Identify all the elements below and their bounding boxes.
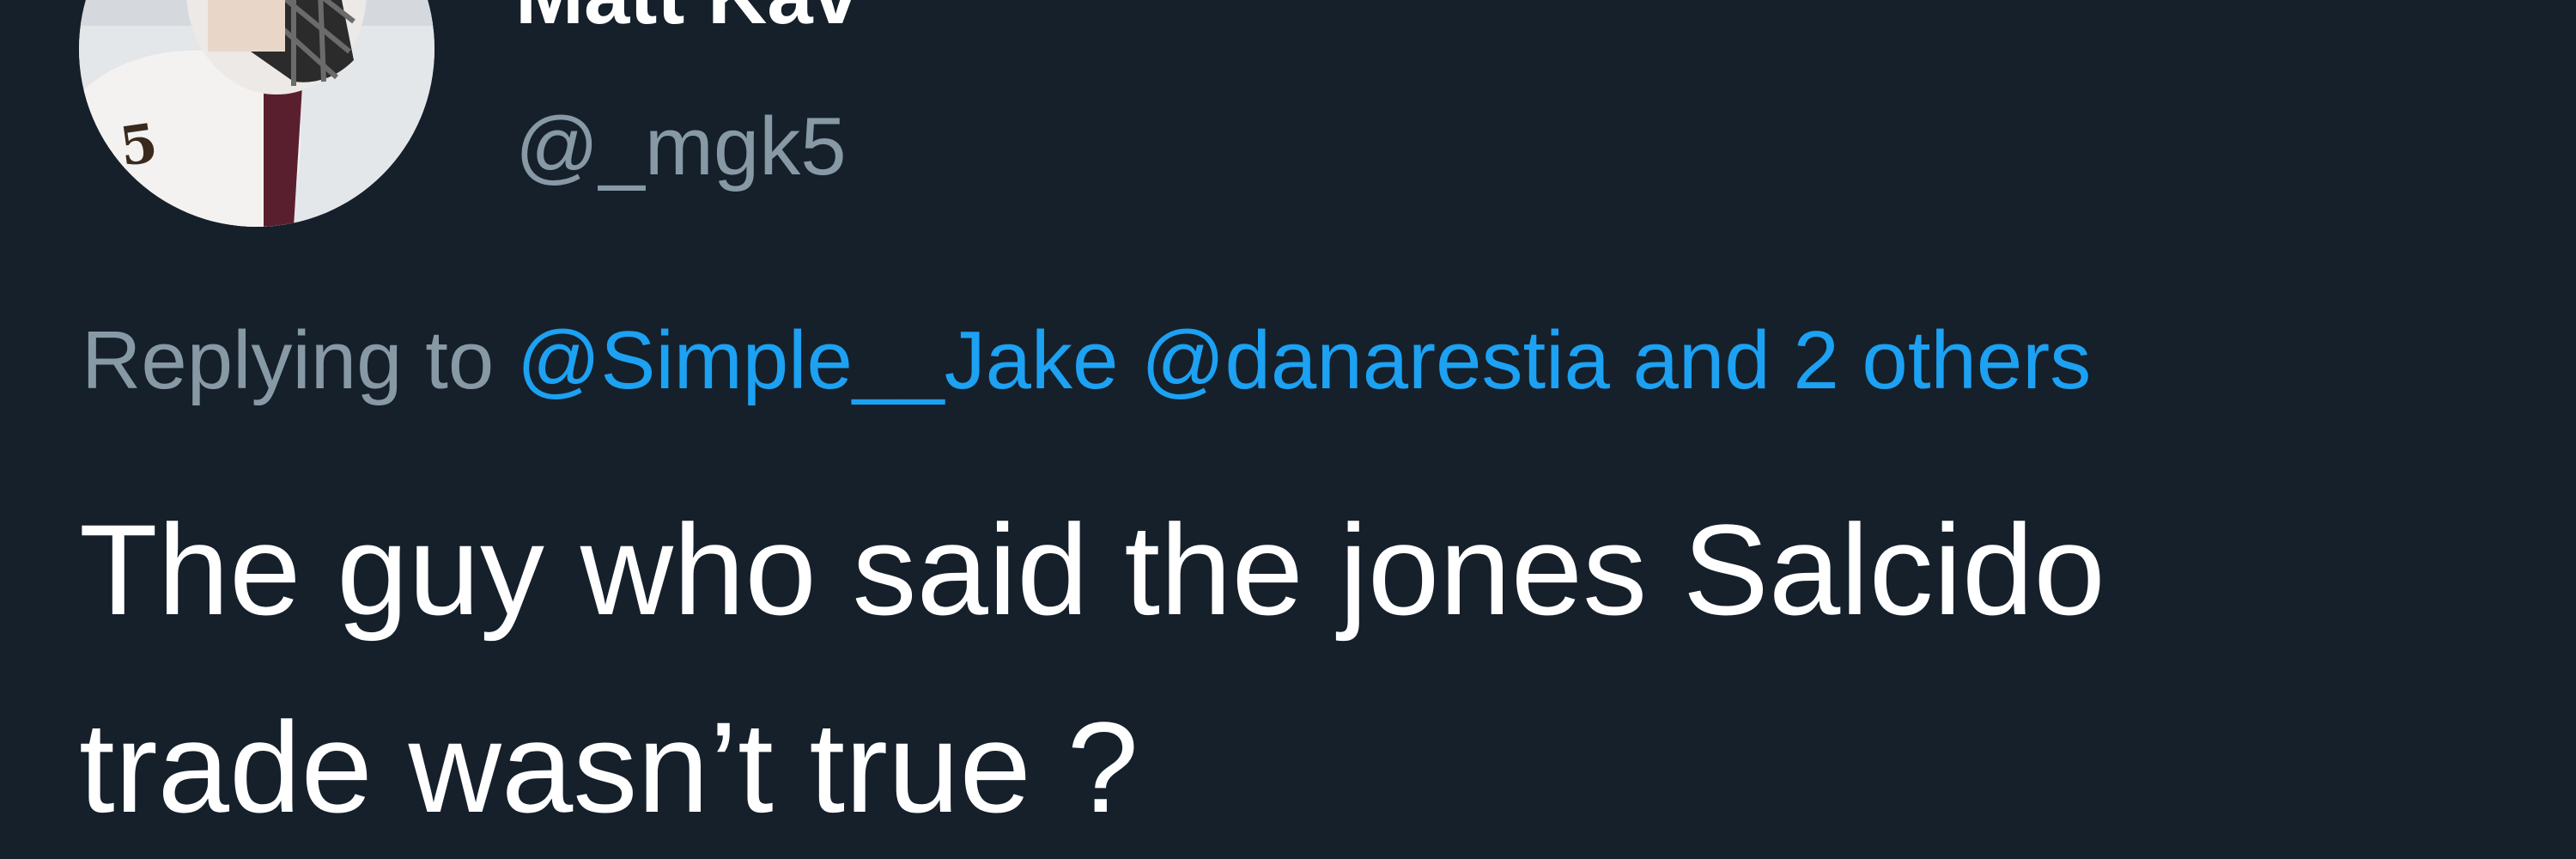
author-handle[interactable]: @_mgk5 bbox=[515, 100, 847, 194]
replying-to-label: Replying to bbox=[82, 314, 495, 406]
replying-to-line: Replying to @Simple__Jake @danarestia an… bbox=[82, 314, 2091, 408]
tweet-text-line: trade wasn’t true ? bbox=[79, 695, 1139, 839]
author-avatar[interactable]: 5 bbox=[79, 0, 434, 227]
tweet-card: 5 Matt Kav @_mgk5 Replying to @Simple__J… bbox=[0, 0, 2576, 859]
mention-link-simple-jake[interactable]: @Simple__Jake bbox=[517, 314, 1118, 406]
tweet-text: The guy who said the jones Salcido trade… bbox=[79, 471, 2483, 859]
author-display-name[interactable]: Matt Kav bbox=[515, 0, 859, 43]
tweet-text-line: The guy who said the jones Salcido bbox=[79, 497, 2105, 642]
avatar-image: 5 bbox=[79, 0, 434, 227]
mention-link-danarestia[interactable]: @danarestia bbox=[1141, 314, 1610, 406]
mention-others-link[interactable]: and 2 others bbox=[1633, 314, 2092, 406]
